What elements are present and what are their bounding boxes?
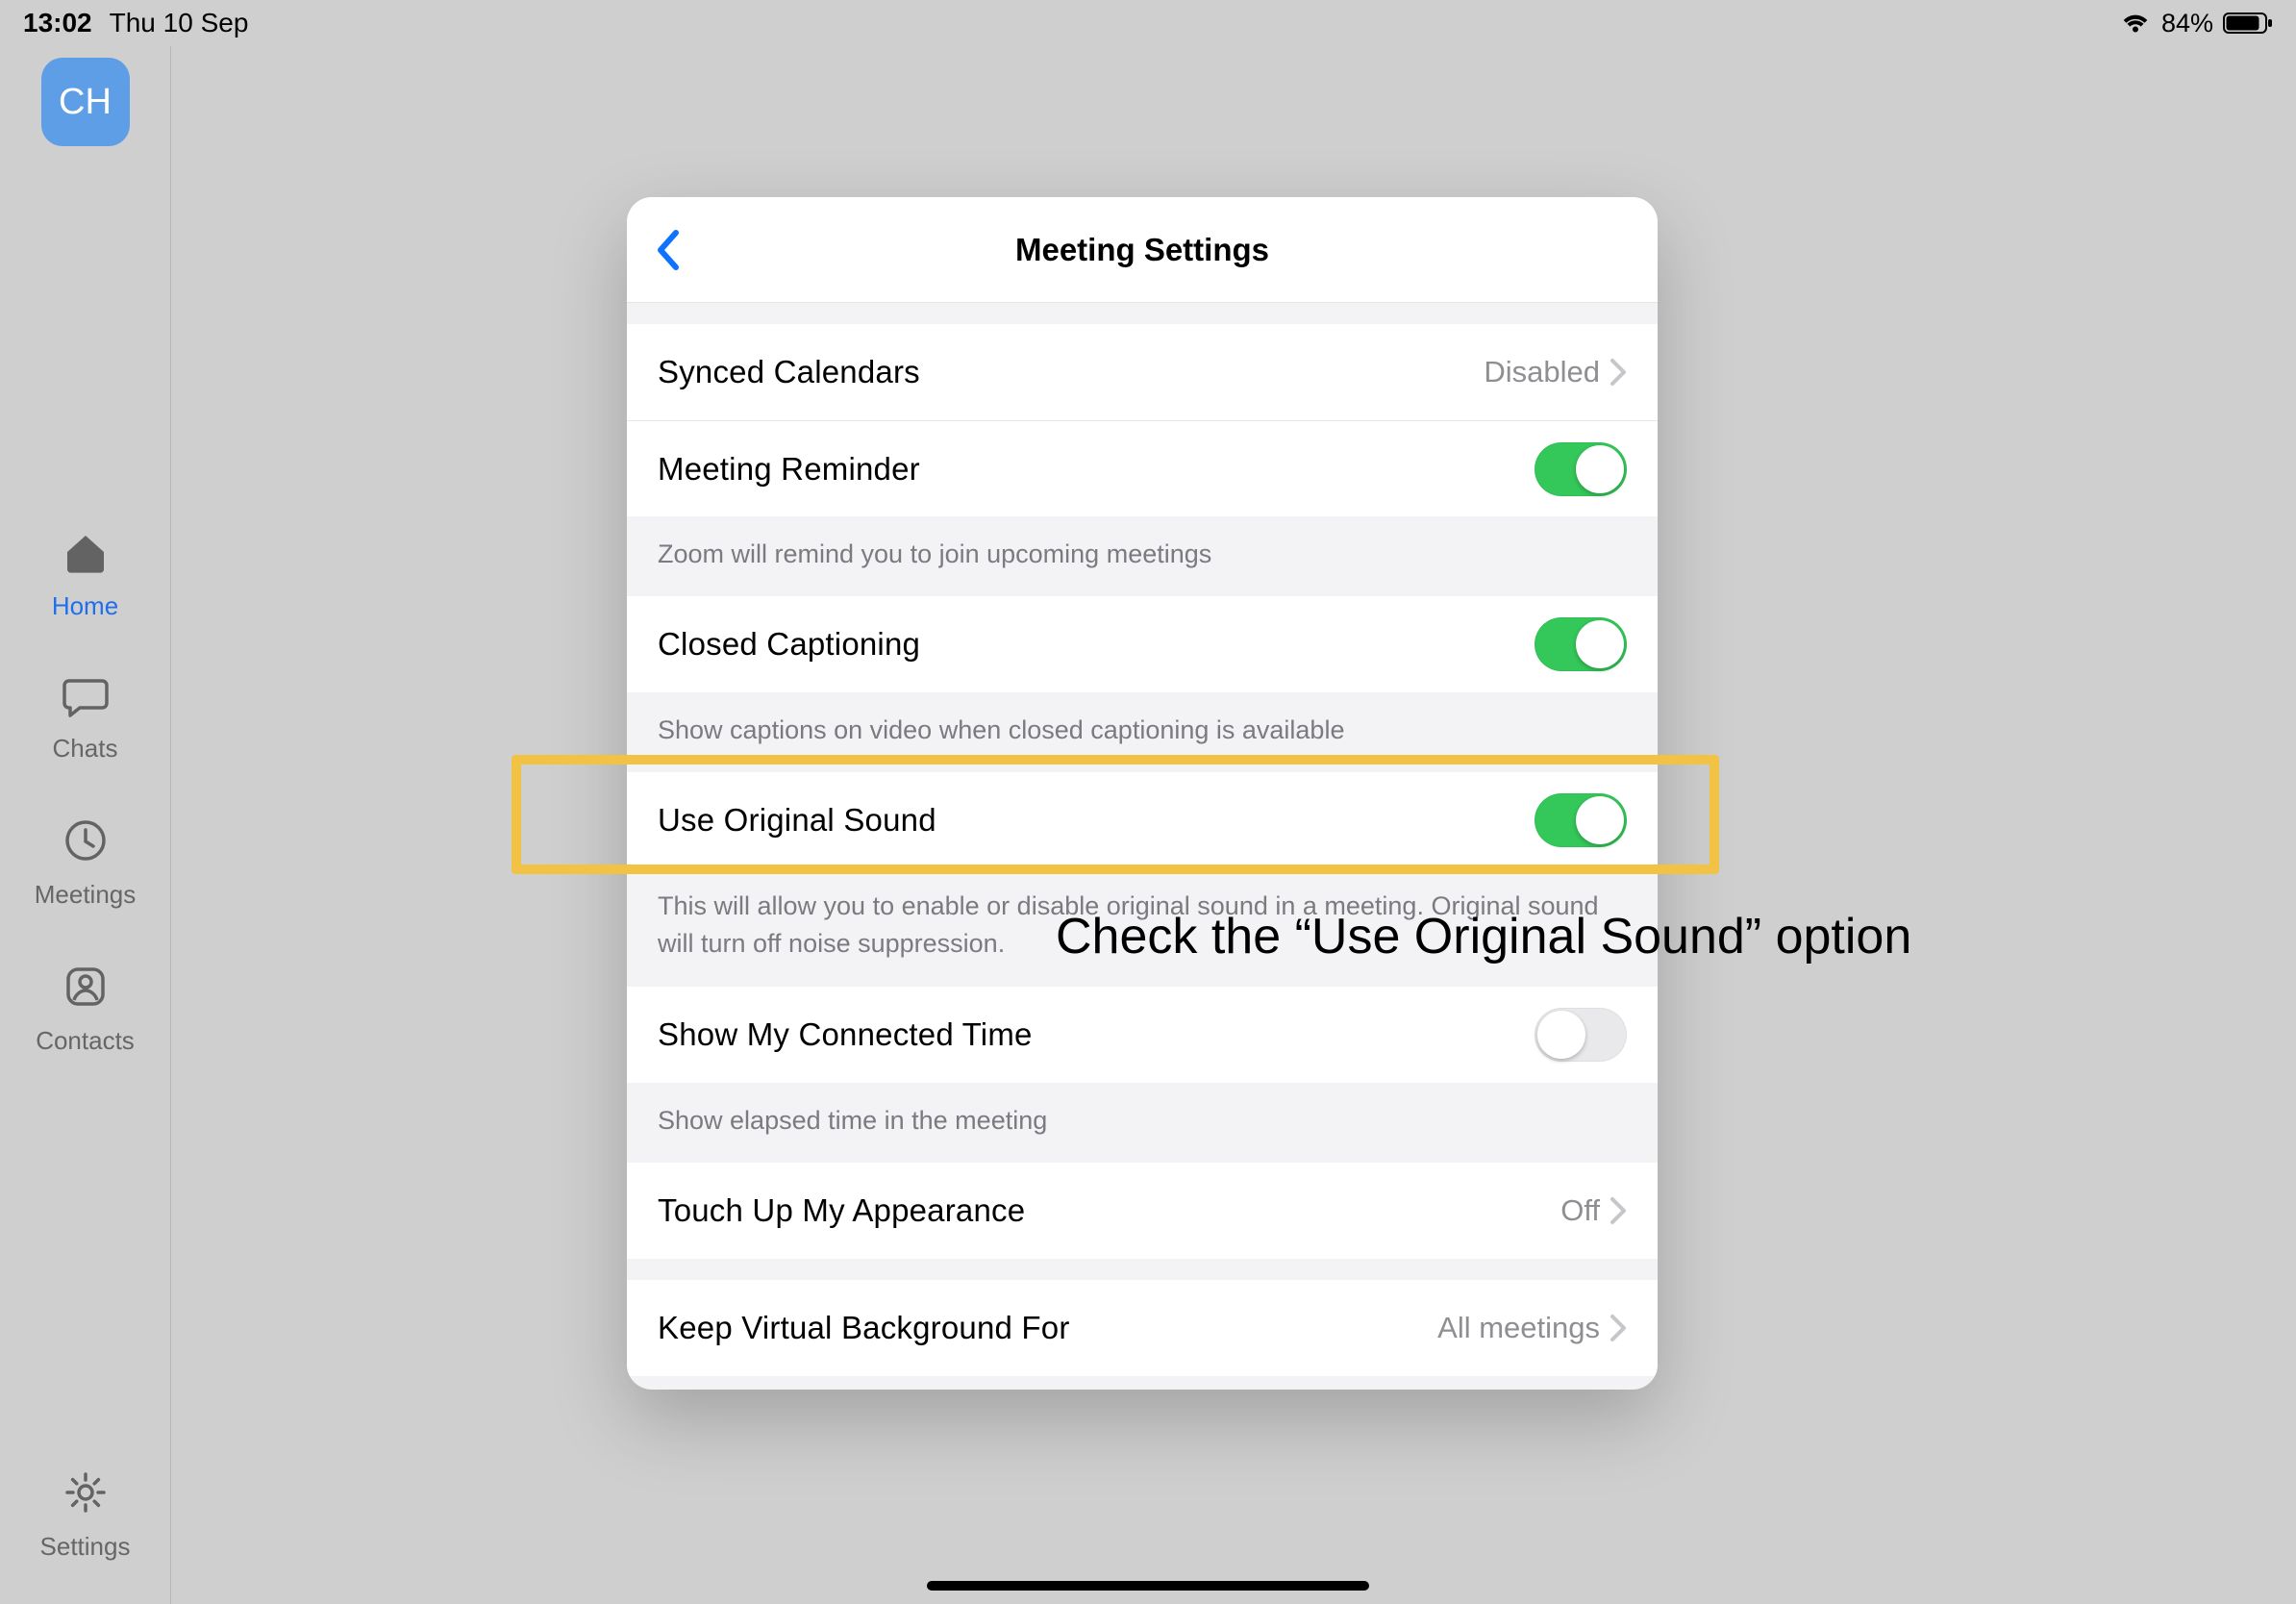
closed-captioning-toggle[interactable]	[1535, 617, 1627, 671]
nav-contacts-label: Contacts	[36, 1026, 135, 1056]
nav-settings[interactable]: Settings	[0, 1448, 170, 1604]
status-time: 13:02	[23, 8, 92, 38]
row-closed-captioning: Closed Captioning	[627, 596, 1658, 692]
modal-header: Meeting Settings	[627, 197, 1658, 303]
chevron-right-icon	[1610, 358, 1627, 387]
battery-percent: 84%	[2161, 9, 2213, 38]
home-indicator	[927, 1581, 1369, 1591]
chevron-right-icon	[1610, 1314, 1627, 1342]
nav-meetings-label: Meetings	[35, 880, 137, 910]
closed-captioning-desc: Show captions on video when closed capti…	[627, 692, 1658, 772]
clock-icon	[62, 817, 109, 870]
chat-icon	[61, 675, 111, 724]
keep-vbg-value-text: All meetings	[1437, 1311, 1600, 1345]
gear-icon	[62, 1469, 109, 1522]
keep-vbg-value: All meetings	[1437, 1311, 1627, 1345]
contacts-icon	[62, 964, 109, 1016]
status-date: Thu 10 Sep	[110, 8, 249, 38]
nav-settings-label: Settings	[40, 1532, 131, 1562]
closed-captioning-label: Closed Captioning	[658, 626, 920, 663]
avatar[interactable]: CH	[41, 58, 130, 146]
annotation-text: Check the “Use Original Sound” option	[1056, 908, 1911, 965]
nav-home-label: Home	[52, 591, 118, 621]
touch-up-label: Touch Up My Appearance	[658, 1192, 1025, 1229]
meeting-reminder-label: Meeting Reminder	[658, 451, 920, 488]
row-keep-virtual-bg[interactable]: Keep Virtual Background For All meetings	[627, 1280, 1658, 1376]
chevron-left-icon	[655, 229, 680, 271]
status-right: 84%	[2119, 9, 2273, 38]
avatar-initials: CH	[59, 82, 112, 123]
nav-home[interactable]: Home	[0, 512, 170, 654]
row-show-connected-time: Show My Connected Time	[627, 987, 1658, 1083]
row-use-original-sound: Use Original Sound	[627, 772, 1658, 868]
touch-up-value-text: Off	[1560, 1193, 1600, 1228]
row-synced-calendars[interactable]: Synced Calendars Disabled	[627, 324, 1658, 420]
synced-calendars-value: Disabled	[1484, 355, 1627, 389]
use-original-sound-label: Use Original Sound	[658, 802, 936, 839]
status-left: 13:02 Thu 10 Sep	[23, 8, 248, 38]
nav-contacts[interactable]: Contacts	[0, 942, 170, 1089]
status-bar: 13:02 Thu 10 Sep 84%	[0, 0, 2296, 46]
meeting-reminder-desc: Zoom will remind you to join upcoming me…	[627, 516, 1658, 596]
nav-chats-label: Chats	[53, 734, 118, 764]
nav-chats[interactable]: Chats	[0, 654, 170, 796]
show-connected-time-desc: Show elapsed time in the meeting	[627, 1083, 1658, 1163]
modal-title: Meeting Settings	[1015, 232, 1269, 268]
keep-vbg-label: Keep Virtual Background For	[658, 1310, 1070, 1346]
use-original-sound-toggle[interactable]	[1535, 793, 1627, 847]
meeting-reminder-toggle[interactable]	[1535, 442, 1627, 496]
synced-calendars-value-text: Disabled	[1484, 355, 1600, 389]
chevron-right-icon	[1610, 1196, 1627, 1225]
nav-meetings[interactable]: Meetings	[0, 796, 170, 942]
row-meeting-reminder: Meeting Reminder	[627, 420, 1658, 516]
touch-up-value: Off	[1560, 1193, 1627, 1228]
show-connected-time-toggle[interactable]	[1535, 1008, 1627, 1062]
row-touch-up[interactable]: Touch Up My Appearance Off	[627, 1163, 1658, 1259]
meeting-settings-modal: Meeting Settings Synced Calendars Disabl…	[627, 197, 1658, 1390]
synced-calendars-label: Synced Calendars	[658, 354, 920, 390]
home-icon	[62, 533, 109, 582]
sidebar: CH Home Chats Meetings Contacts Settings	[0, 46, 171, 1604]
back-button[interactable]	[648, 223, 686, 277]
wifi-icon	[2119, 11, 2152, 36]
battery-icon	[2223, 11, 2273, 36]
show-connected-time-label: Show My Connected Time	[658, 1016, 1033, 1053]
